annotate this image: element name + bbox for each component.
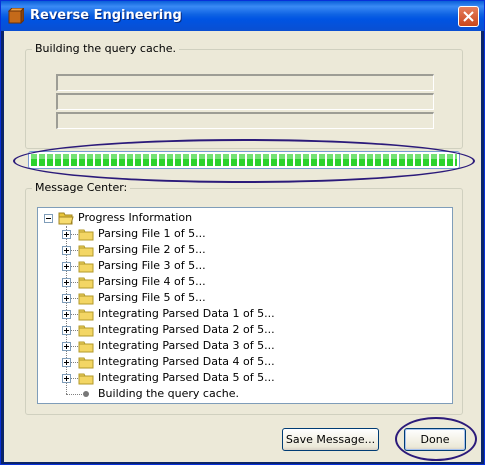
tree-item-label: Integrating Parsed Data 5 of 5... xyxy=(98,371,275,384)
tree-item[interactable]: Integrating Parsed Data 2 of 5... xyxy=(38,322,452,338)
tree-item-label: Integrating Parsed Data 2 of 5... xyxy=(98,323,275,336)
tree-item[interactable]: Parsing File 3 of 5... xyxy=(38,258,452,274)
tree-root-label: Progress Information xyxy=(78,211,193,224)
status-group-legend: Building the query cache. xyxy=(32,42,179,55)
folder-icon xyxy=(78,309,94,321)
folder-icon xyxy=(78,325,94,337)
folder-icon xyxy=(78,341,94,353)
tree-leaf-item[interactable]: Building the query cache. xyxy=(38,386,452,402)
tree-item-label: Integrating Parsed Data 4 of 5... xyxy=(98,355,275,368)
bullet-icon xyxy=(83,391,89,397)
status-line-2 xyxy=(56,93,434,110)
folder-icon xyxy=(78,245,94,257)
expand-icon[interactable] xyxy=(62,278,71,287)
tree-item-label: Integrating Parsed Data 3 of 5... xyxy=(98,339,275,352)
close-icon xyxy=(463,11,474,22)
expand-icon[interactable] xyxy=(62,294,71,303)
dialog-body: Building the query cache. Message Center… xyxy=(4,31,481,462)
progress-fill xyxy=(31,154,457,166)
tree-item[interactable]: Parsing File 4 of 5... xyxy=(38,274,452,290)
expand-icon[interactable] xyxy=(62,310,71,319)
tree-root-row[interactable]: Progress Information xyxy=(38,210,452,226)
tree-item[interactable]: Parsing File 2 of 5... xyxy=(38,242,452,258)
tree-item[interactable]: Parsing File 1 of 5... xyxy=(38,226,452,242)
app-icon xyxy=(8,8,24,24)
tree-item[interactable]: Integrating Parsed Data 5 of 5... xyxy=(38,370,452,386)
folder-icon xyxy=(78,277,94,289)
close-button[interactable] xyxy=(458,6,479,27)
status-line-1 xyxy=(56,74,434,91)
expand-icon[interactable] xyxy=(62,342,71,351)
folder-icon xyxy=(78,261,94,273)
folder-icon xyxy=(78,293,94,305)
tree-item[interactable]: Integrating Parsed Data 3 of 5... xyxy=(38,338,452,354)
expand-icon[interactable] xyxy=(62,262,71,271)
done-button[interactable]: Done xyxy=(404,428,466,451)
progress-bar xyxy=(28,151,460,169)
tree-item[interactable]: Integrating Parsed Data 4 of 5... xyxy=(38,354,452,370)
reverse-engineering-dialog: Reverse Engineering Building the query c… xyxy=(0,0,485,465)
folder-icon xyxy=(78,357,94,369)
tree-item-label: Parsing File 3 of 5... xyxy=(98,259,206,272)
folder-icon xyxy=(78,373,94,385)
tree-item-label: Parsing File 4 of 5... xyxy=(98,275,206,288)
status-line-3 xyxy=(56,112,434,129)
folder-icon xyxy=(78,229,94,241)
expand-icon[interactable] xyxy=(62,230,71,239)
collapse-icon[interactable] xyxy=(44,214,53,223)
tree-leaf-label: Building the query cache. xyxy=(98,387,239,400)
tree-item-label: Parsing File 1 of 5... xyxy=(98,227,206,240)
expand-icon[interactable] xyxy=(62,326,71,335)
tree-branch-line xyxy=(66,394,82,395)
expand-icon[interactable] xyxy=(62,358,71,367)
tree-item-label: Integrating Parsed Data 1 of 5... xyxy=(98,307,275,320)
window-title: Reverse Engineering xyxy=(30,8,182,23)
message-tree[interactable]: Progress Information Parsing File 1 of 5… xyxy=(37,207,453,404)
save-message-button[interactable]: Save Message... xyxy=(282,428,379,451)
tree-item-label: Parsing File 5 of 5... xyxy=(98,291,206,304)
message-center-legend: Message Center: xyxy=(32,181,131,194)
tree-item[interactable]: Integrating Parsed Data 1 of 5... xyxy=(38,306,452,322)
tree-item-label: Parsing File 2 of 5... xyxy=(98,243,206,256)
title-bar[interactable]: Reverse Engineering xyxy=(1,1,484,31)
expand-icon[interactable] xyxy=(62,246,71,255)
folder-open-icon xyxy=(58,212,74,225)
expand-icon[interactable] xyxy=(62,374,71,383)
tree-item[interactable]: Parsing File 5 of 5... xyxy=(38,290,452,306)
